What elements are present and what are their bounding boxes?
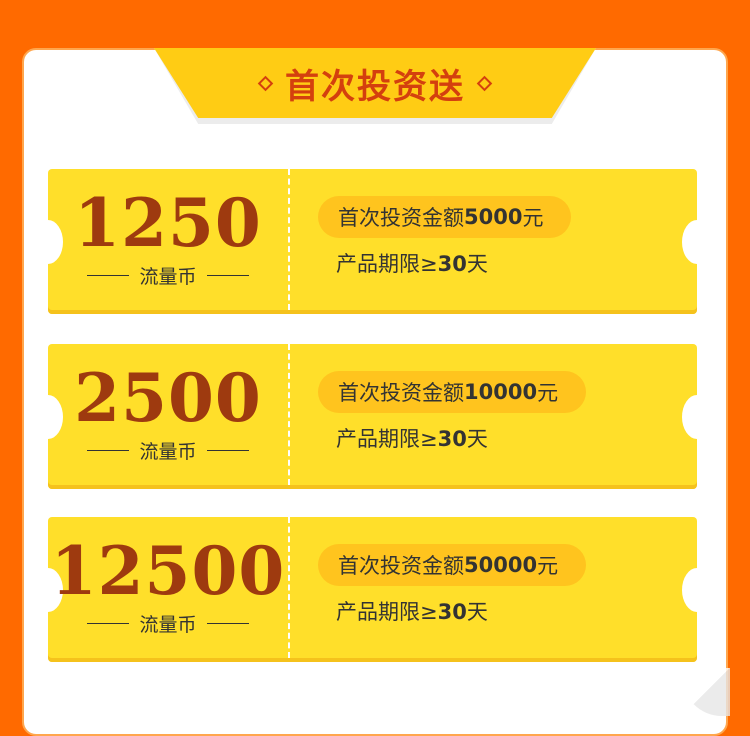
coupon-divider	[288, 517, 290, 658]
term-days: 30	[437, 600, 467, 624]
coupon-unit: 流量币	[139, 266, 197, 288]
condition-prefix: 首次投资金额	[338, 381, 464, 405]
condition-amount: 10000	[464, 380, 538, 404]
unit-line-left	[87, 450, 130, 451]
coupon-condition: 首次投资金额 50000 元	[318, 544, 587, 586]
coupon-amount: 2500	[74, 359, 262, 437]
coupon-condition: 首次投资金额 5000 元	[318, 196, 572, 238]
coupon-unit-row: 流量币	[48, 437, 288, 464]
condition-prefix: 首次投资金额	[338, 554, 464, 578]
condition-amount: 50000	[464, 553, 538, 577]
coupon-unit-row: 流量币	[48, 262, 288, 289]
banner-title: 首次投资送	[285, 66, 465, 107]
title-banner: 首次投资送	[154, 48, 596, 118]
term-suffix: 天	[466, 600, 488, 624]
condition-suffix: 元	[522, 206, 544, 230]
coupon-term: 产品期限≥30天	[336, 597, 488, 627]
coupon-term: 产品期限≥30天	[336, 249, 488, 279]
term-suffix: 天	[466, 252, 488, 276]
coupon-unit: 流量币	[139, 441, 197, 463]
unit-line-left	[87, 623, 130, 624]
unit-line-right	[206, 623, 249, 624]
unit-line-left	[87, 275, 130, 276]
coupon-amount: 1250	[74, 184, 262, 262]
coupon-amount: 12500	[50, 532, 286, 610]
diamond-right-icon	[476, 75, 493, 91]
coupon-unit: 流量币	[139, 614, 197, 636]
coupon-term: 产品期限≥30天	[336, 424, 488, 454]
coupon-divider	[288, 344, 290, 485]
condition-amount: 5000	[464, 205, 523, 229]
unit-line-right	[206, 275, 249, 276]
term-days: 30	[437, 427, 467, 451]
condition-prefix: 首次投资金额	[338, 206, 464, 230]
term-prefix: 产品期限≥	[336, 252, 438, 276]
coupon-divider	[288, 169, 290, 310]
coupon-2500[interactable]: 2500 流量币 首次投资金额 10000 元 产品期限≥30天	[33, 344, 712, 489]
coupon-condition: 首次投资金额 10000 元	[318, 371, 587, 413]
term-days: 30	[437, 252, 467, 276]
term-prefix: 产品期限≥	[336, 600, 438, 624]
coupon-notch-right	[682, 394, 712, 439]
coupon-notch-right	[682, 567, 712, 612]
condition-suffix: 元	[537, 554, 559, 578]
coupon-notch-right	[682, 219, 712, 264]
coupon-12500[interactable]: 12500 流量币 首次投资金额 50000 元 产品期限≥30天	[33, 517, 712, 662]
condition-suffix: 元	[537, 381, 559, 405]
unit-line-right	[206, 450, 249, 451]
diamond-left-icon	[257, 75, 274, 91]
coupon-unit-row: 流量币	[48, 610, 288, 637]
coupon-1250[interactable]: 1250 流量币 首次投资金额 5000 元 产品期限≥30天	[33, 169, 712, 314]
term-prefix: 产品期限≥	[336, 427, 438, 451]
term-suffix: 天	[466, 427, 488, 451]
